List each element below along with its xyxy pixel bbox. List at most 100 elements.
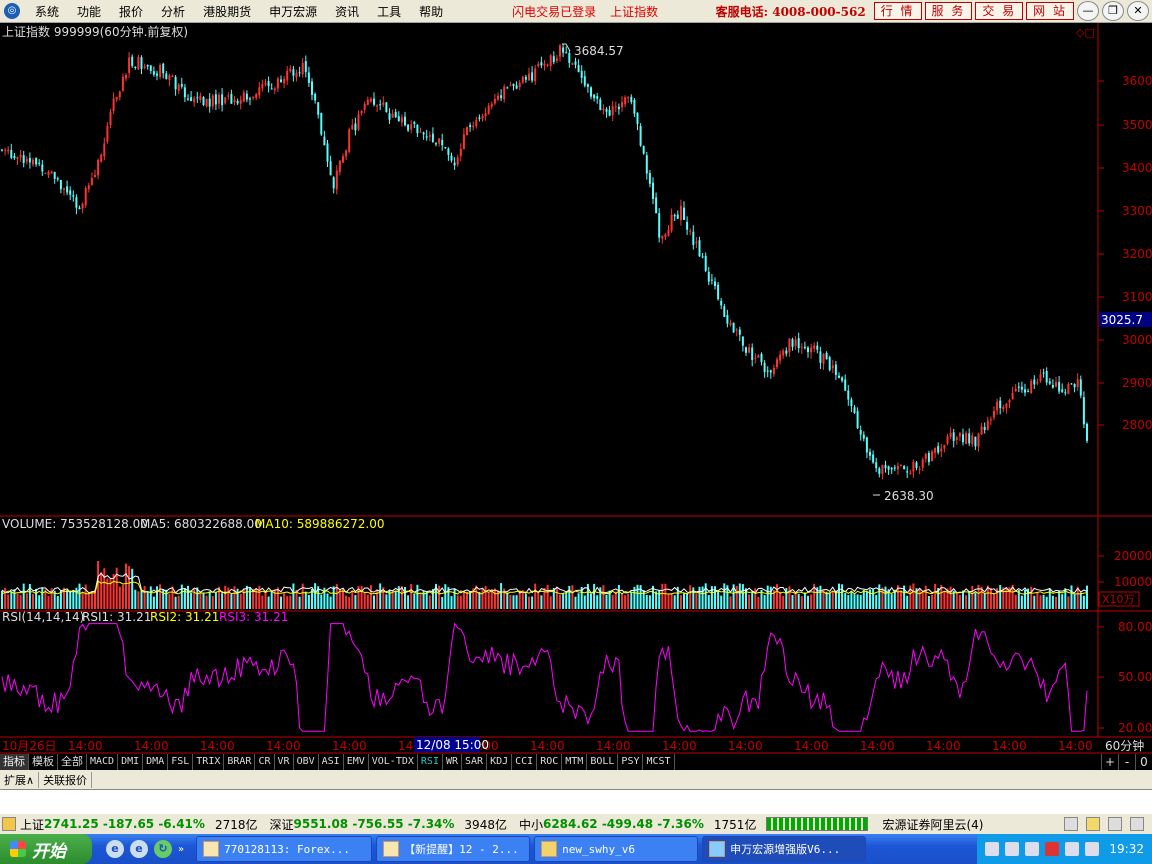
minimize-icon[interactable]: — bbox=[1077, 1, 1099, 21]
tab-wr[interactable]: WR bbox=[443, 754, 463, 770]
tab-fsl[interactable]: FSL bbox=[168, 754, 194, 770]
menu-system[interactable]: 系统 bbox=[35, 3, 59, 20]
menu-quote[interactable]: 报价 bbox=[119, 3, 143, 20]
chart-canvas[interactable]: 上证指数 999999(60分钟.前复权) ◇□ 3600 3500 3400 … bbox=[0, 23, 1152, 754]
expand-icon[interactable]: ◇□ bbox=[1076, 26, 1095, 39]
candle-body bbox=[329, 161, 332, 176]
lock-icon[interactable] bbox=[1130, 817, 1144, 831]
tab-vr[interactable]: VR bbox=[275, 754, 294, 770]
volume-bar bbox=[230, 594, 233, 609]
menu-function[interactable]: 功能 bbox=[77, 3, 101, 20]
refresh-icon[interactable]: ↻ bbox=[154, 840, 172, 858]
volume-bar bbox=[583, 595, 586, 609]
notepad-icon[interactable] bbox=[1064, 817, 1078, 831]
tab-psy[interactable]: PSY bbox=[618, 754, 644, 770]
tab-asi[interactable]: ASI bbox=[319, 754, 344, 770]
tab-obv[interactable]: OBV bbox=[294, 754, 319, 770]
candle-body bbox=[1076, 379, 1079, 387]
tray-shield-icon[interactable] bbox=[1085, 842, 1100, 856]
zx-value[interactable]: 6284.62 -499.48 -7.36% bbox=[543, 817, 704, 831]
menu-tools[interactable]: 工具 bbox=[377, 3, 401, 20]
market-button[interactable]: 行 情 bbox=[873, 2, 922, 20]
tab-boll[interactable]: BOLL bbox=[587, 754, 619, 770]
restore-icon[interactable]: ❐ bbox=[1102, 1, 1124, 21]
candle-body bbox=[869, 451, 871, 456]
volume-bar bbox=[602, 585, 605, 609]
tab-brar[interactable]: BRAR bbox=[224, 754, 256, 770]
candle-body bbox=[512, 83, 515, 86]
antenna-icon[interactable] bbox=[1108, 817, 1122, 831]
menu-analysis[interactable]: 分析 bbox=[161, 3, 185, 20]
tab-mtm[interactable]: MTM bbox=[562, 754, 588, 770]
candle-body bbox=[989, 419, 992, 421]
period-label[interactable]: 60分钟 bbox=[1105, 738, 1144, 753]
candle-body bbox=[906, 471, 909, 473]
tray-keyboard-icon[interactable] bbox=[985, 842, 1000, 856]
reset-button[interactable]: 0 bbox=[1135, 754, 1152, 770]
chart-area[interactable]: 上证指数 999999(60分钟.前复权) ◇□ 3600 3500 3400 … bbox=[0, 23, 1152, 754]
task-reminder[interactable]: 【新提醒】12 - 2... bbox=[376, 836, 531, 862]
tab-dma[interactable]: DMA bbox=[143, 754, 169, 770]
zoom-out-button[interactable]: - bbox=[1118, 754, 1135, 770]
menu-info[interactable]: 资讯 bbox=[335, 3, 359, 20]
task-swhy-app[interactable]: 申万宏源增强版V6... bbox=[702, 836, 867, 862]
sz-value[interactable]: 9551.08 -756.55 -7.34% bbox=[294, 817, 455, 831]
svg-text:2800: 2800 bbox=[1122, 418, 1152, 432]
task-folder[interactable]: new_swhy_v6 bbox=[534, 836, 699, 862]
tab-vol-tdx[interactable]: VOL-TDX bbox=[369, 754, 418, 770]
tab-cci[interactable]: CCI bbox=[512, 754, 538, 770]
window-icon bbox=[383, 841, 400, 857]
tab-expand[interactable]: 扩展∧ bbox=[0, 771, 40, 788]
broker-server[interactable]: 宏源证券阿里云(4) bbox=[882, 816, 983, 833]
candle-body bbox=[903, 466, 906, 470]
website-button[interactable]: 网 站 bbox=[1026, 2, 1074, 20]
trade-button[interactable]: 交 易 bbox=[975, 2, 1024, 20]
tray-ime-icon[interactable] bbox=[1065, 842, 1080, 856]
clock[interactable]: 19:32 bbox=[1109, 842, 1144, 856]
menu-hk-futures[interactable]: 港股期货 bbox=[203, 3, 251, 20]
candle-body bbox=[549, 55, 552, 66]
bulb-icon[interactable] bbox=[1086, 817, 1100, 831]
menu-swhy[interactable]: 申万宏源 bbox=[269, 3, 317, 20]
flash-trade-status[interactable]: 闪电交易已登录 bbox=[512, 3, 596, 20]
tab-rsi[interactable]: RSI bbox=[418, 754, 443, 770]
tab-cr[interactable]: CR bbox=[255, 754, 275, 770]
tab-related-quotes[interactable]: 关联报价 bbox=[39, 771, 93, 788]
tab-roc[interactable]: ROC bbox=[537, 754, 563, 770]
volume-bar bbox=[543, 587, 546, 609]
ie-icon[interactable]: e bbox=[106, 840, 124, 858]
quicklaunch-more-icon[interactable]: » bbox=[178, 844, 184, 855]
candle-body bbox=[658, 213, 661, 238]
tray-volume-icon[interactable] bbox=[1005, 842, 1020, 856]
tray-help-icon[interactable] bbox=[1025, 842, 1040, 856]
start-button[interactable]: 开始 bbox=[0, 834, 92, 864]
service-button[interactable]: 服 务 bbox=[924, 2, 973, 20]
tab-macd[interactable]: MACD bbox=[87, 754, 119, 770]
tab-all[interactable]: 全部 bbox=[58, 754, 87, 770]
tab-trix[interactable]: TRIX bbox=[193, 754, 225, 770]
tab-sar[interactable]: SAR bbox=[462, 754, 488, 770]
tray-flag-icon[interactable] bbox=[1045, 842, 1060, 856]
candle-body bbox=[410, 124, 413, 130]
volume-bar bbox=[918, 588, 921, 609]
menu-help[interactable]: 帮助 bbox=[419, 3, 443, 20]
volume-bar bbox=[267, 596, 270, 609]
candle-body bbox=[515, 85, 518, 89]
tab-template[interactable]: 模板 bbox=[29, 754, 58, 770]
current-index-label[interactable]: 上证指数 bbox=[610, 3, 658, 20]
candle-body bbox=[385, 102, 388, 112]
browser-icon[interactable]: e bbox=[130, 840, 148, 858]
tab-indicator[interactable]: 指标 bbox=[0, 754, 29, 770]
close-icon[interactable]: ✕ bbox=[1127, 1, 1149, 21]
tab-dmi[interactable]: DMI bbox=[118, 754, 144, 770]
tab-kdj[interactable]: KDJ bbox=[487, 754, 513, 770]
volume-bar bbox=[512, 595, 515, 609]
tab-mcst[interactable]: MCST bbox=[643, 754, 675, 770]
zoom-in-button[interactable]: + bbox=[1101, 754, 1118, 770]
sh-value[interactable]: 2741.25 -187.65 -6.41% bbox=[44, 817, 205, 831]
tab-emv[interactable]: EMV bbox=[344, 754, 369, 770]
candle-body bbox=[115, 97, 118, 100]
volume-bar bbox=[921, 592, 924, 609]
task-forex[interactable]: 770128113: Forex... bbox=[196, 836, 373, 862]
candle-body bbox=[317, 102, 320, 115]
